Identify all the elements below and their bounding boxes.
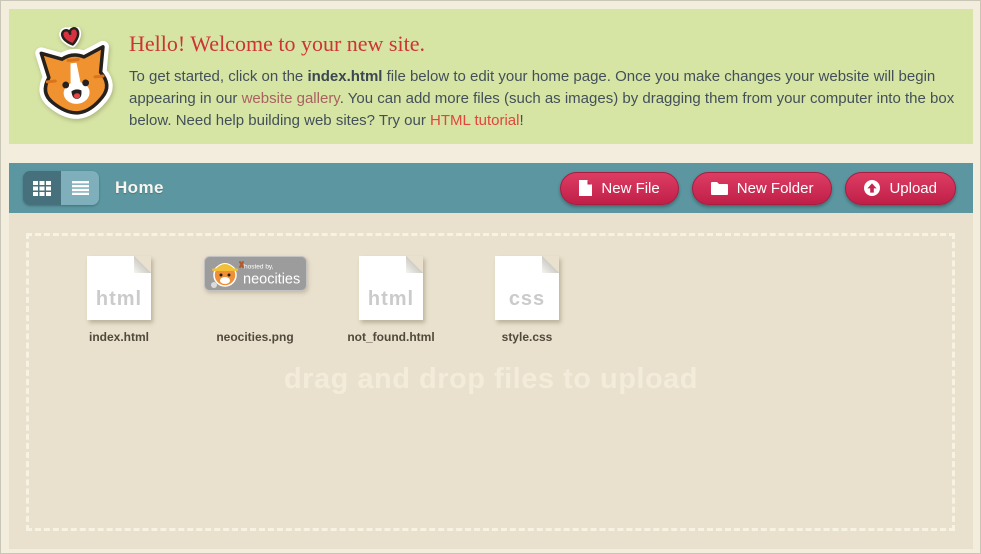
file-ext-text: html	[359, 288, 423, 311]
html-file-icon: html	[359, 256, 423, 320]
file-grid: html index.html hosted by,	[51, 256, 595, 344]
intro-part4: !	[519, 112, 523, 129]
toolbar-actions: New File New Folder Upload	[560, 172, 956, 205]
website-gallery-link[interactable]: website gallery	[242, 90, 340, 107]
intro-part1: To get started, click on the	[129, 68, 307, 85]
file-name: neocities.png	[216, 330, 293, 344]
neocities-dashboard: { "banner": { "heading": "Hello! Welcome…	[0, 0, 981, 554]
file-item-not-found-html[interactable]: html not_found.html	[323, 256, 459, 344]
badge-hosted-by-text: hosted by,	[244, 264, 274, 271]
welcome-paragraph: To get started, click on the index.html …	[129, 66, 973, 132]
file-ext-text: css	[495, 288, 559, 311]
grid-view-button[interactable]	[23, 171, 61, 205]
file-name: style.css	[502, 330, 553, 344]
badge-neocities-text: neocities	[243, 272, 300, 288]
upload-arrow-icon	[864, 180, 880, 196]
file-name: not_found.html	[347, 330, 434, 344]
new-file-icon	[579, 180, 592, 196]
file-item-style-css[interactable]: css style.css	[459, 256, 595, 344]
list-view-icon	[72, 181, 89, 195]
new-file-button[interactable]: New File	[560, 172, 678, 205]
upload-label: Upload	[889, 180, 937, 197]
upload-button[interactable]: Upload	[845, 172, 956, 205]
file-ext-text: html	[87, 288, 151, 311]
new-folder-label: New Folder	[737, 180, 814, 197]
neocities-png-thumbnail: hosted by, neocities	[204, 256, 307, 291]
new-file-label: New File	[601, 180, 659, 197]
file-drop-zone[interactable]: html index.html hosted by,	[9, 213, 973, 549]
page-fold-corner	[542, 256, 559, 273]
welcome-text-block: Hello! Welcome to your new site. To get …	[129, 31, 973, 144]
page-fold-corner	[134, 256, 151, 273]
file-item-index-html[interactable]: html index.html	[51, 256, 187, 344]
page-fold-corner	[406, 256, 423, 273]
file-item-neocities-png[interactable]: hosted by, neocities neocities.png	[187, 256, 323, 344]
neocities-cat-logo	[25, 27, 125, 131]
file-manager-toolbar: Home New File New Folder Upload	[9, 163, 973, 213]
grid-view-icon	[33, 181, 51, 196]
css-file-icon: css	[495, 256, 559, 320]
current-folder-title: Home	[115, 178, 164, 198]
new-folder-icon	[711, 181, 728, 195]
index-html-mention: index.html	[307, 68, 382, 85]
html-file-icon: html	[87, 256, 151, 320]
html-tutorial-link[interactable]: HTML tutorial	[430, 112, 519, 129]
file-name: index.html	[89, 330, 149, 344]
list-view-button[interactable]	[61, 171, 99, 205]
welcome-heading: Hello! Welcome to your new site.	[129, 31, 973, 57]
welcome-banner: Hello! Welcome to your new site. To get …	[9, 9, 973, 144]
view-toggle-group	[23, 171, 99, 205]
new-folder-button[interactable]: New Folder	[692, 172, 833, 205]
